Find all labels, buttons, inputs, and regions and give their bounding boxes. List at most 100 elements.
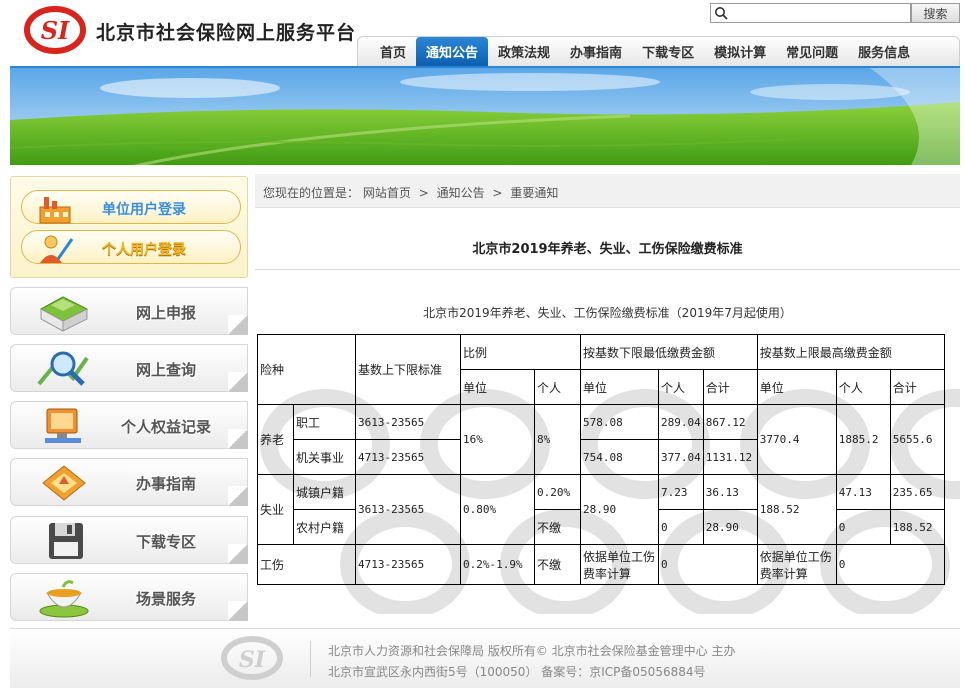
breadcrumb-bar: 您现在的位置是： 网站首页 > 通知公告 > 重要通知	[255, 174, 960, 208]
cell-unemployment-type: 失业	[257, 474, 294, 545]
menu-downloads[interactable]: 下载专区	[10, 516, 248, 564]
header-max-amount: 按基数上限最高缴费金额	[756, 334, 945, 370]
banner-image	[10, 68, 960, 165]
cell-injury-base: 4713-23565	[355, 544, 461, 585]
menu-online-declaration-label: 网上申报	[135, 304, 196, 322]
cell-injury-type: 工伤	[257, 544, 356, 585]
cell-injury-max-person: 0	[835, 544, 945, 585]
tea-cup-icon	[39, 580, 89, 618]
grassland-banner	[10, 66, 960, 165]
svg-text:SI: SI	[239, 647, 266, 673]
cell-pension-ratio-person: 8%	[534, 404, 581, 475]
cell-pension-max-total: 5655.6	[889, 404, 945, 475]
header-min-amount: 按基数下限最低缴费金额	[580, 334, 758, 370]
tile-corner	[228, 372, 248, 392]
tile-corner	[228, 429, 248, 449]
footer-address: 北京市宣武区永内西街5号（100050） 备案号：京ICP备05056884号	[328, 665, 706, 679]
nav-policies[interactable]: 政策法规	[488, 37, 560, 66]
cell-pension-min-total: 1131.12	[702, 439, 758, 475]
search-input[interactable]	[731, 5, 907, 21]
breadcrumb-separator: >	[418, 186, 429, 200]
title-divider	[255, 269, 960, 270]
footer-copyright: 北京市人力资源和社会保障局 版权所有© 北京市社会保险基金管理中心 主办	[328, 644, 736, 658]
cell-pension-ratio-unit: 16%	[460, 404, 535, 475]
breadcrumb-home[interactable]: 网站首页	[363, 186, 411, 200]
magnifier-icon	[37, 351, 89, 386]
site-title: 北京市社会保险网上服务平台	[96, 22, 357, 44]
table-row: 养老 职工 3613-23565 16% 8% 578.08 289.04 86…	[257, 404, 945, 475]
tile-corner	[228, 544, 248, 564]
cell-pension-min-total: 867.12	[702, 404, 758, 440]
cell-unemployment-ratio-unit: 0.80%	[460, 474, 535, 545]
header-min-unit: 单位	[580, 369, 659, 405]
cell-unemployment-ratio-person: 不缴	[534, 509, 581, 545]
nav-guide[interactable]: 办事指南	[560, 37, 632, 66]
cell-unemployment-base: 3613-23565	[355, 474, 461, 545]
menu-guide[interactable]: 办事指南	[10, 458, 248, 506]
fee-standard-table: 险种 基数上下限标准 比例 按基数下限最低缴费金额 按基数上限最高缴费金额 单位…	[257, 334, 945, 585]
cell-pension-type: 养老	[257, 404, 294, 475]
menu-online-query[interactable]: 网上查询	[10, 344, 248, 392]
cell-pension-max-person: 1885.2	[835, 404, 891, 475]
menu-guide-label: 办事指南	[135, 475, 196, 493]
breadcrumb-notices[interactable]: 通知公告	[437, 186, 485, 200]
cell-unemployment-max-total: 235.65	[889, 474, 945, 510]
unit-login-label: 单位用户登录	[102, 202, 186, 218]
cell-unemployment-min-person: 7.23	[658, 474, 704, 510]
site-footer: SI 北京市人力资源和社会保障局 版权所有© 北京市社会保险基金管理中心 主办 …	[10, 628, 960, 688]
table-header-row: 险种 基数上下限标准 比例 按基数下限最低缴费金额 按基数上限最高缴费金额	[257, 334, 945, 405]
cell-unemployment-min-person: 0	[658, 509, 704, 545]
table-caption: 北京市2019年养老、失业、工伤保险缴费标准（2019年7月起使用）	[423, 306, 792, 320]
search-button[interactable]: 搜索	[911, 3, 960, 23]
nav-service-info[interactable]: 服务信息	[848, 37, 920, 66]
breadcrumb: 您现在的位置是： 网站首页 > 通知公告 > 重要通知	[263, 184, 558, 201]
article-title: 北京市2019年养老、失业、工伤保险缴费标准	[472, 242, 743, 257]
unit-login-button[interactable]: 单位用户登录	[21, 190, 241, 224]
cell-pension-min-person: 289.04	[658, 404, 704, 440]
cell-pension-max-unit: 3770.4	[756, 404, 837, 475]
svg-text:SI: SI	[41, 16, 70, 45]
header-min-person: 个人	[658, 369, 704, 405]
nav-home[interactable]: 首页	[370, 37, 416, 66]
table-row: 工伤 4713-23565 0.2%-1.9% 不缴 依据单位工伤费率计算 0 …	[257, 544, 945, 585]
menu-online-query-label: 网上查询	[135, 361, 196, 379]
computer-icon	[45, 408, 81, 443]
tile-corner	[228, 486, 248, 506]
breadcrumb-current: 重要通知	[510, 186, 559, 200]
header-min-total: 合计	[702, 369, 758, 405]
social-insurance-logo[interactable]: SI	[24, 6, 86, 54]
cell-unemployment-sub: 农村户籍	[293, 509, 356, 545]
cell-unemployment-min-total: 36.13	[702, 474, 758, 510]
cell-pension-min-unit: 754.08	[580, 439, 659, 475]
personal-login-label: 个人用户登录	[102, 242, 186, 258]
person-writing-icon	[40, 235, 74, 263]
factory-icon	[39, 197, 71, 224]
header-max-unit: 单位	[756, 369, 837, 405]
nav-simulator[interactable]: 模拟计算	[704, 37, 776, 66]
nav-notices[interactable]: 通知公告	[416, 37, 489, 66]
main-content: 您现在的位置是： 网站首页 > 通知公告 > 重要通知 北京市2019年养老、失…	[255, 174, 960, 614]
cell-injury-max-unit: 依据单位工伤费率计算	[756, 544, 837, 585]
site-header: SI 北京市社会保险网上服务平台 搜索 首页 通知公告 政策法规 办事指南 下载…	[0, 0, 965, 66]
footer-divider	[310, 641, 311, 677]
cell-unemployment-max-unit: 188.52	[756, 474, 837, 545]
main-nav: 首页 通知公告 政策法规 办事指南 下载专区 模拟计算 常见问题 服务信息	[357, 36, 960, 66]
breadcrumb-prefix: 您现在的位置是：	[263, 186, 360, 200]
cell-pension-min-unit: 578.08	[580, 404, 659, 440]
cell-injury-min-person: 0	[658, 544, 758, 585]
cell-pension-sub: 机关事业	[293, 439, 356, 475]
online-declaration-icon	[39, 296, 89, 332]
cell-unemployment-max-person: 0	[835, 509, 891, 545]
tile-corner	[228, 601, 248, 621]
search-box[interactable]	[710, 3, 911, 23]
personal-login-button[interactable]: 个人用户登录	[21, 230, 241, 264]
menu-downloads-label: 下载专区	[135, 533, 196, 551]
menu-personal-records[interactable]: 个人权益记录	[10, 401, 248, 449]
menu-online-declaration[interactable]: 网上申报	[10, 287, 248, 335]
cell-injury-ratio-unit: 0.2%-1.9%	[460, 544, 535, 585]
table-row: 失业 城镇户籍 3613-23565 0.80% 0.20% 28.90 7.2…	[257, 474, 945, 545]
nav-downloads[interactable]: 下载专区	[632, 37, 704, 66]
menu-scene-service[interactable]: 场景服务	[10, 573, 248, 621]
nav-faq[interactable]: 常见问题	[776, 37, 848, 66]
menu-scene-service-label: 场景服务	[135, 590, 196, 608]
